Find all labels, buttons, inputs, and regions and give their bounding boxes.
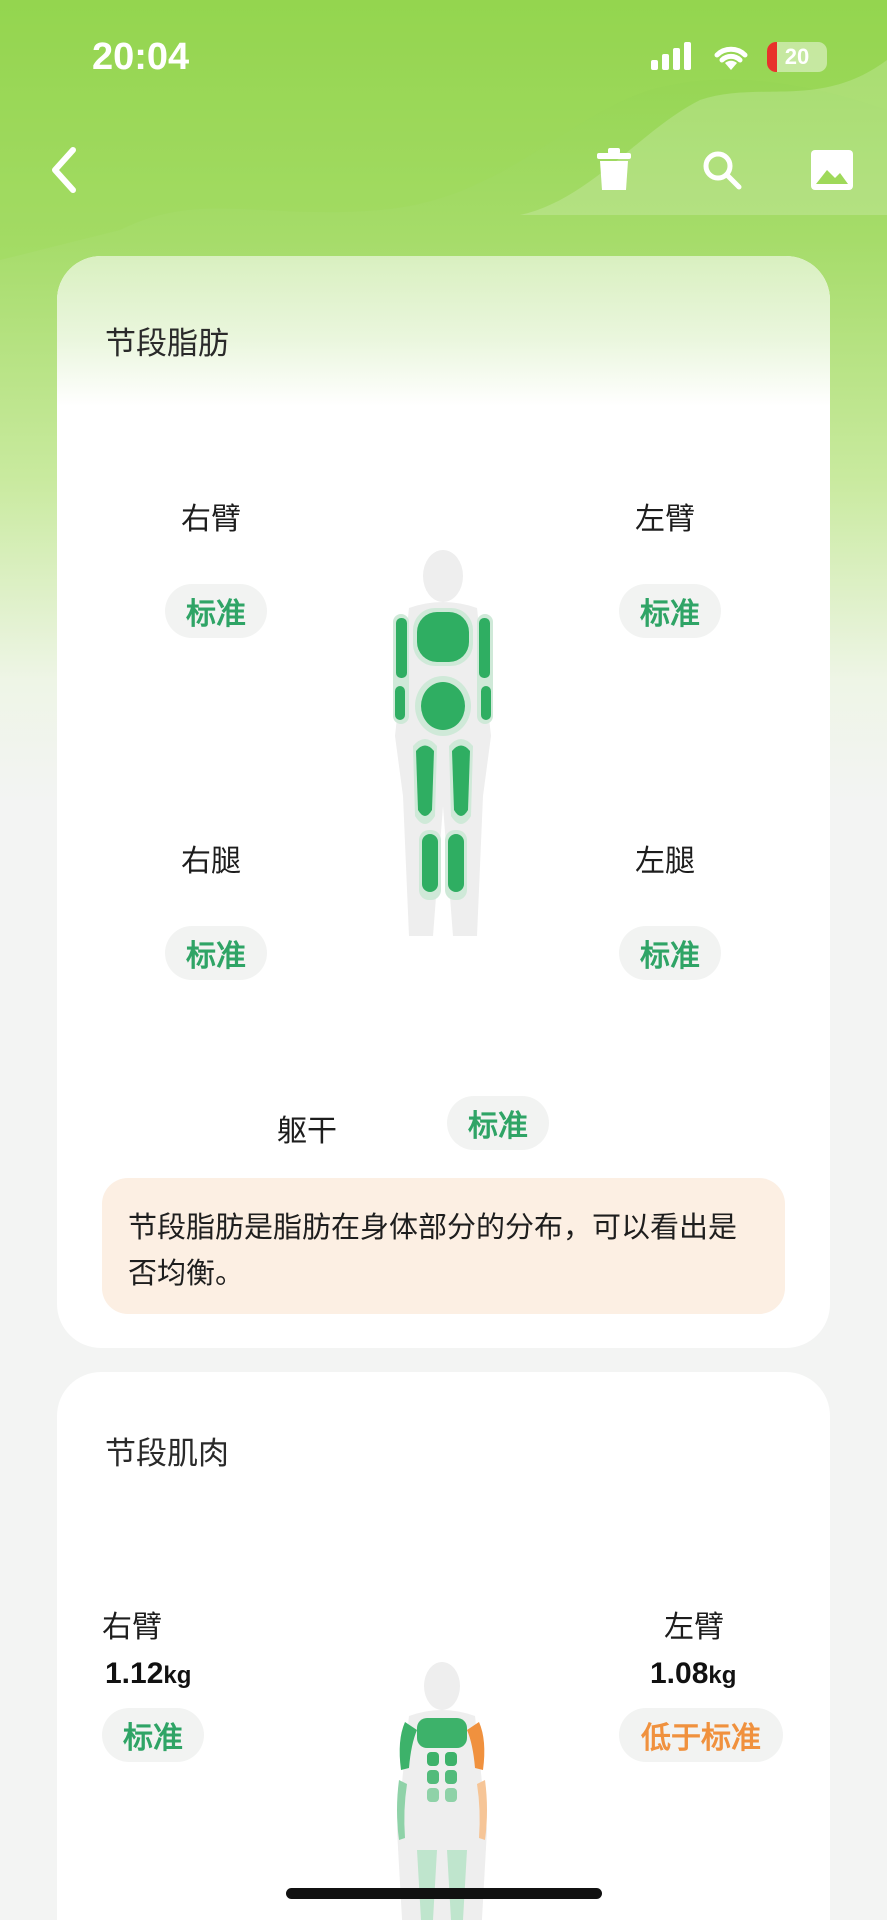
status-time: 20:04 — [92, 36, 190, 78]
back-button[interactable] — [34, 140, 94, 200]
left-leg-label: 左腿 — [635, 844, 695, 879]
trash-icon — [597, 148, 631, 190]
image-button[interactable] — [802, 140, 862, 200]
trunk-label: 躯干 — [277, 1114, 337, 1149]
body-fat-figure — [393, 550, 493, 936]
home-indicator[interactable] — [286, 1888, 602, 1899]
wifi-icon — [714, 46, 748, 70]
segment-muscle-title: 节段肌肉 — [105, 1436, 229, 1472]
segment-fat-card: 节段脂肪 右臂 标准 左臂 标准 右腿 标准 左腿 标准 躯干 标准 节段脂肪是… — [57, 256, 830, 1348]
image-icon — [811, 150, 853, 190]
right-leg-label: 右腿 — [181, 844, 241, 879]
search-button[interactable] — [692, 140, 752, 200]
status-icons: 20 — [651, 42, 827, 72]
muscle-right-arm-weight: 1.12kg — [105, 1657, 192, 1690]
body-muscle-figure — [397, 1662, 487, 1920]
muscle-left-arm-label: 左臂 — [664, 1610, 724, 1645]
trunk-status: 标准 — [447, 1096, 549, 1150]
muscle-right-arm-label: 右臂 — [102, 1610, 162, 1645]
muscle-left-arm-weight: 1.08kg — [650, 1657, 737, 1690]
delete-button[interactable] — [584, 140, 644, 200]
right-leg-status: 标准 — [165, 926, 267, 980]
right-arm-label: 右臂 — [181, 502, 241, 537]
muscle-left-arm-status: 低于标准 — [619, 1708, 783, 1762]
search-icon — [703, 151, 742, 190]
left-arm-status: 标准 — [619, 584, 721, 638]
right-arm-status: 标准 — [165, 584, 267, 638]
muscle-right-arm-status: 标准 — [102, 1708, 204, 1762]
segment-fat-title: 节段脂肪 — [105, 326, 229, 362]
signal-icon — [651, 42, 691, 70]
battery-icon: 20 — [767, 42, 827, 72]
left-arm-label: 左臂 — [635, 502, 695, 537]
fat-info-note: 节段脂肪是脂肪在身体部分的分布，可以看出是否均衡。 — [102, 1178, 785, 1314]
segment-muscle-card: 节段肌肉 右臂 1.12kg 标准 左臂 1.08kg 低于标准 — [57, 1372, 830, 1920]
left-leg-status: 标准 — [619, 926, 721, 980]
back-icon — [52, 147, 76, 193]
